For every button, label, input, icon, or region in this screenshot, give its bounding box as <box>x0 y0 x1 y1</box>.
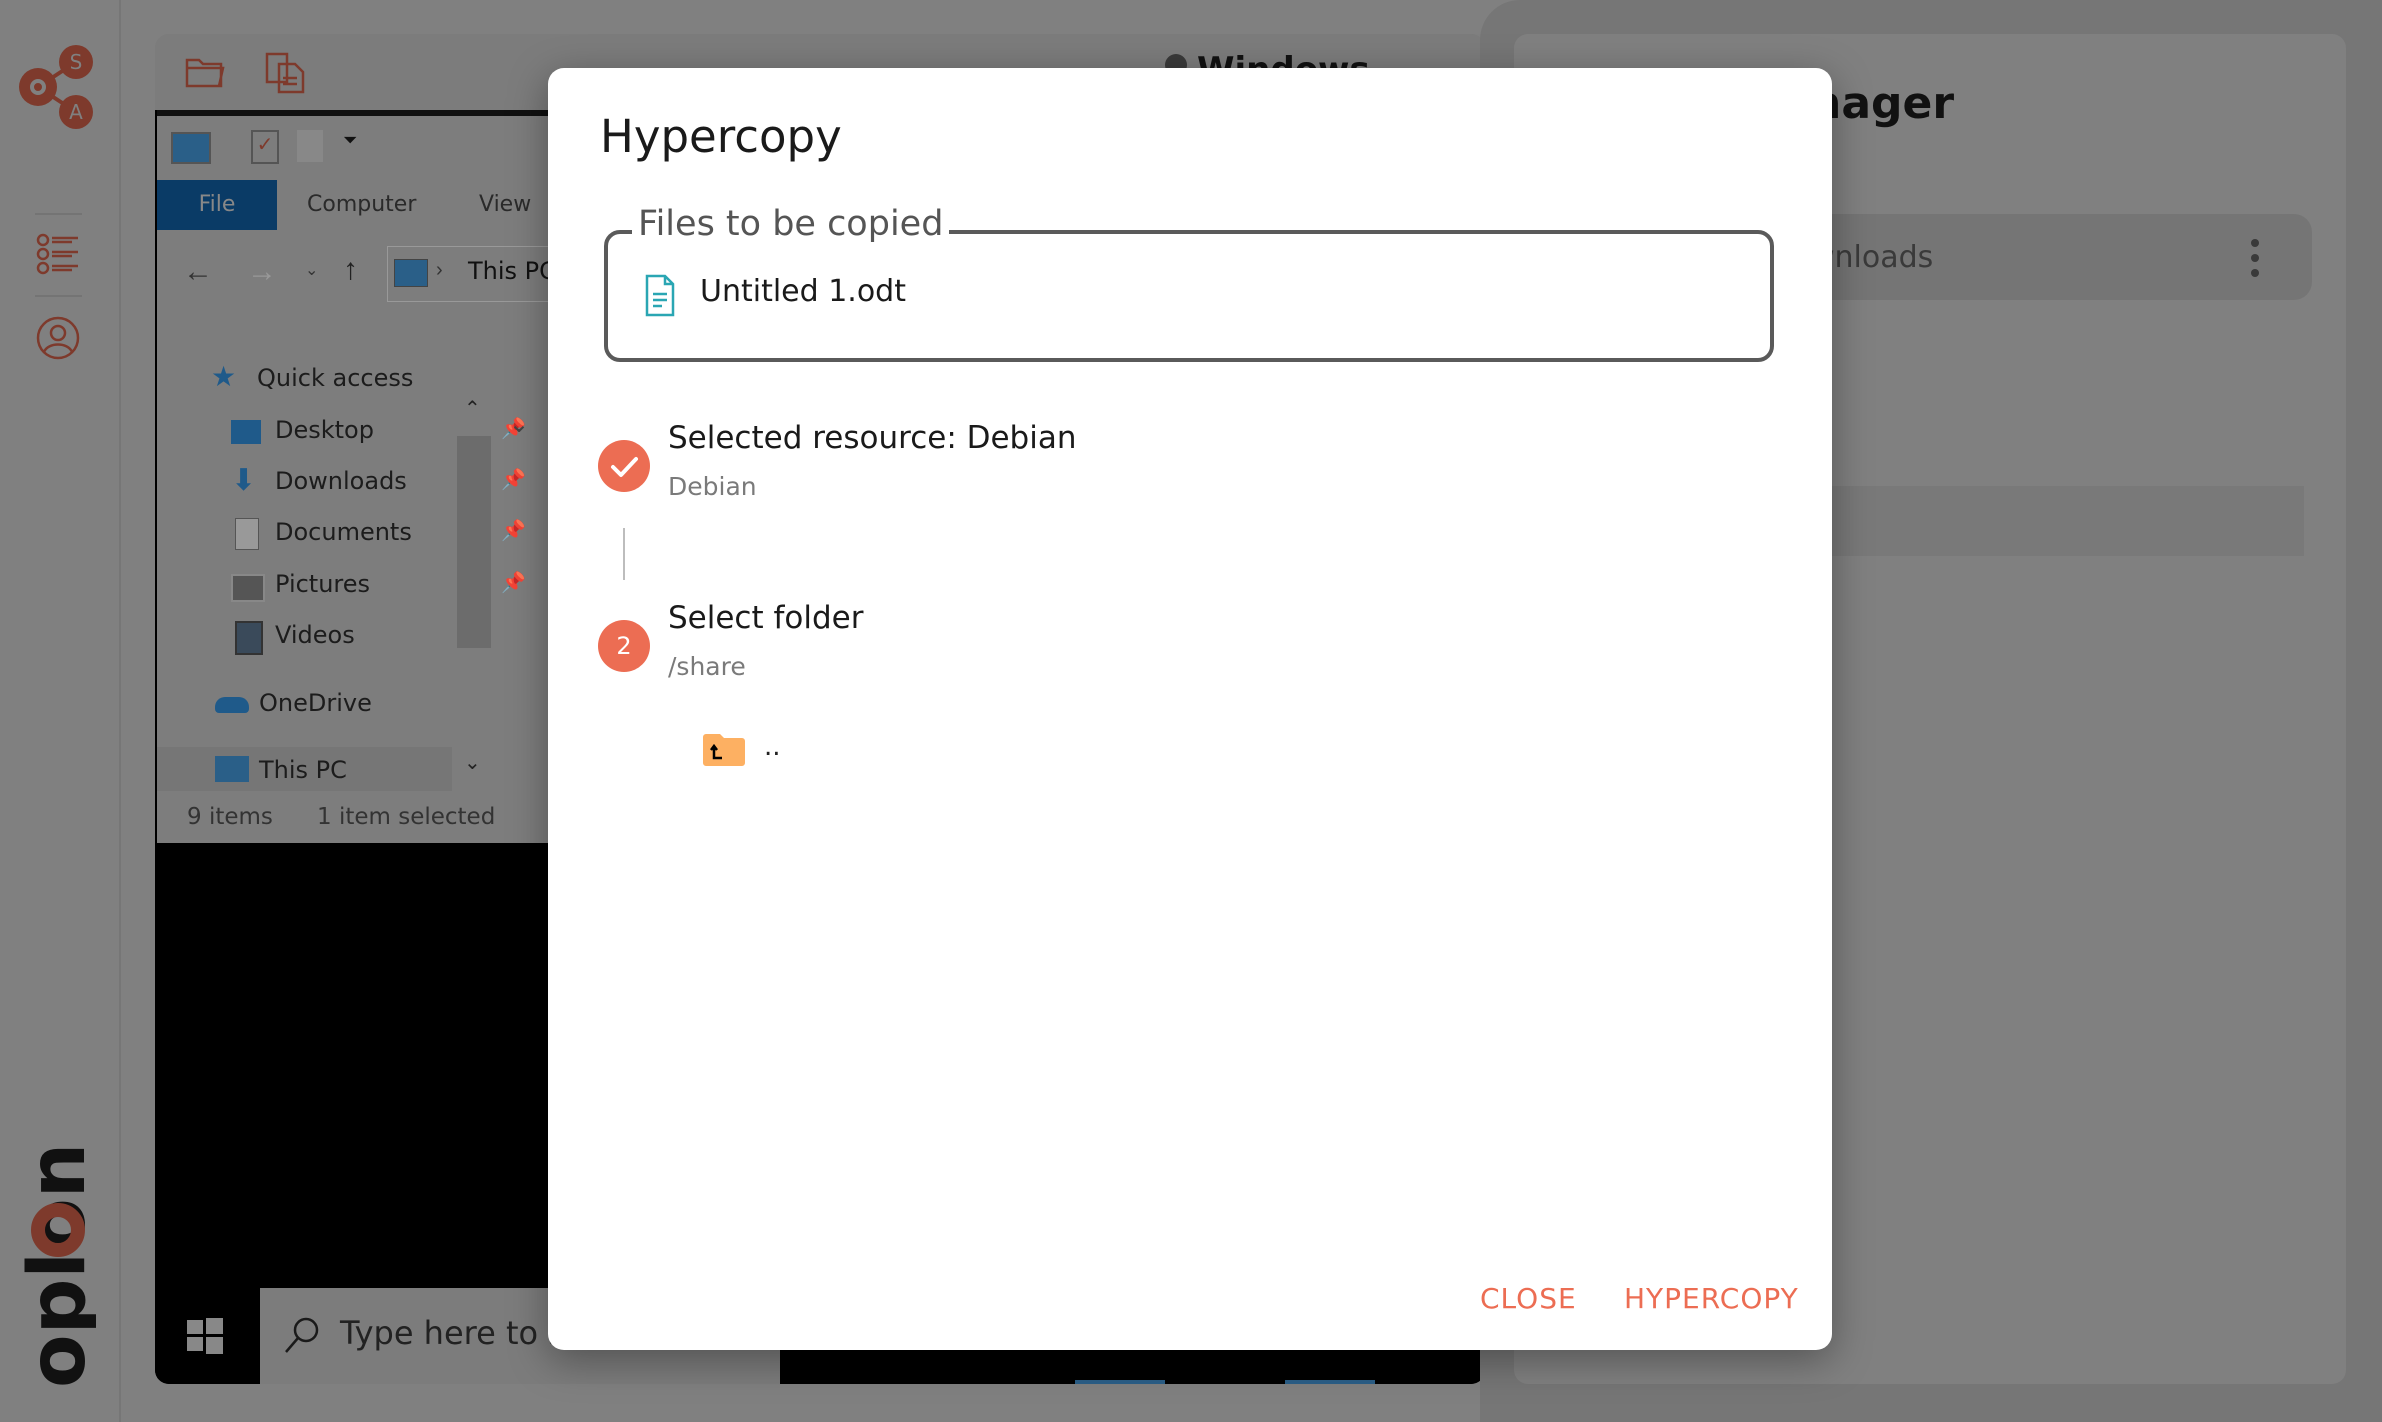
step-2-title[interactable]: Select folder <box>668 600 863 636</box>
customize-toolbar-icon[interactable]: ⏷ <box>343 130 357 151</box>
pin-icon: 📌 <box>501 570 526 594</box>
up-icon[interactable]: ↑ <box>343 253 358 287</box>
star-icon: ★ <box>211 360 237 393</box>
step-1-title[interactable]: Selected resource: Debian <box>668 420 1077 456</box>
step-1-subtitle: Debian <box>668 472 757 501</box>
file-explorer-window: ✓ ⏷ File Computer View ← → ⌄ ↑ › This PC… <box>157 110 577 843</box>
expand-icon[interactable]: ⌄ <box>509 410 529 439</box>
pin-icon: 📌 <box>501 518 526 542</box>
brand-text: oplon <box>16 1143 96 1388</box>
nav-item-onedrive[interactable]: OneDrive <box>215 689 372 717</box>
hypercopy-dialog: Hypercopy Files to be copied Untitled 1.… <box>548 68 1832 1350</box>
document-icon <box>235 518 259 550</box>
nav-item-downloads[interactable]: ⬇ Downloads 📌 <box>231 463 526 498</box>
copy-files-icon[interactable] <box>265 52 307 94</box>
nav-item-this-pc[interactable]: This PC <box>215 756 347 784</box>
parent-folder-label[interactable]: .. <box>764 732 781 762</box>
properties-icon[interactable]: ✓ <box>251 130 279 164</box>
address-text: This PC <box>468 257 556 285</box>
parent-folder-icon[interactable] <box>703 734 745 766</box>
cloud-icon <box>215 697 249 713</box>
computer-icon <box>394 259 428 287</box>
pin-icon: 📌 <box>501 467 526 491</box>
status-item-count: 9 items <box>187 804 273 830</box>
pictures-icon <box>231 574 265 602</box>
taskbar-app-indicator <box>1285 1380 1375 1384</box>
dialog-title: Hypercopy <box>600 110 842 163</box>
tab-view[interactable]: View <box>479 180 531 230</box>
svg-text:S: S <box>70 50 83 74</box>
scroll-down-icon[interactable]: ⌄ <box>464 750 481 775</box>
checkmark-icon <box>611 457 638 477</box>
recent-dropdown-icon[interactable]: ⌄ <box>305 260 318 280</box>
new-folder-icon[interactable] <box>297 130 323 162</box>
taskbar-app-indicator <box>1075 1380 1165 1384</box>
oplon-logo: oplon <box>13 1130 103 1395</box>
back-icon[interactable]: ← <box>183 255 213 289</box>
sidebar-divider <box>35 295 82 297</box>
step-1-complete-icon <box>598 440 650 492</box>
folder-open-icon[interactable] <box>185 54 227 90</box>
file-document-icon <box>645 274 675 317</box>
close-button[interactable]: CLOSE <box>1480 1282 1577 1315</box>
nav-item-desktop[interactable]: Desktop 📌 <box>231 416 526 444</box>
scrollbar-thumb[interactable] <box>457 436 491 648</box>
videos-icon <box>235 621 263 655</box>
download-icon: ⬇ <box>231 463 257 498</box>
computer-icon[interactable] <box>171 132 211 164</box>
step-2-subtitle: /share <box>668 652 746 681</box>
list-icon[interactable] <box>36 232 80 276</box>
tab-computer[interactable]: Computer <box>307 180 416 230</box>
file-list-item: Untitled 1.odt <box>700 274 906 309</box>
scroll-up-icon[interactable]: ⌃ <box>464 396 481 421</box>
forward-icon[interactable]: → <box>247 255 277 289</box>
nav-item-quick-access[interactable]: ★ Quick access <box>211 360 413 393</box>
stepper-connector <box>623 528 625 580</box>
files-legend: Files to be copied <box>632 204 950 244</box>
nav-item-pictures[interactable]: Pictures 📌 <box>231 570 526 602</box>
files-to-copy-fieldset: Files to be copied Untitled 1.odt <box>604 204 1774 362</box>
osa-logo-icon[interactable]: S A <box>16 42 100 132</box>
status-selected-count: 1 item selected <box>317 804 496 830</box>
more-vert-icon[interactable] <box>2250 238 2260 278</box>
nav-item-videos[interactable]: Videos <box>231 621 355 655</box>
windows-start-icon[interactable] <box>187 1318 223 1354</box>
hypercopy-button[interactable]: HYPERCOPY <box>1624 1282 1799 1315</box>
desktop-icon <box>231 420 261 444</box>
chevron-right-icon: › <box>436 259 443 281</box>
nav-item-documents[interactable]: Documents 📌 <box>231 518 526 550</box>
search-icon <box>285 1317 319 1353</box>
computer-icon <box>215 756 249 782</box>
tab-file[interactable]: File <box>157 180 277 230</box>
sidebar-divider <box>35 213 82 215</box>
step-2-number: 2 <box>598 620 650 672</box>
user-icon[interactable] <box>36 316 80 360</box>
app-sidebar: S A oplon <box>0 0 121 1422</box>
svg-text:A: A <box>69 100 83 124</box>
